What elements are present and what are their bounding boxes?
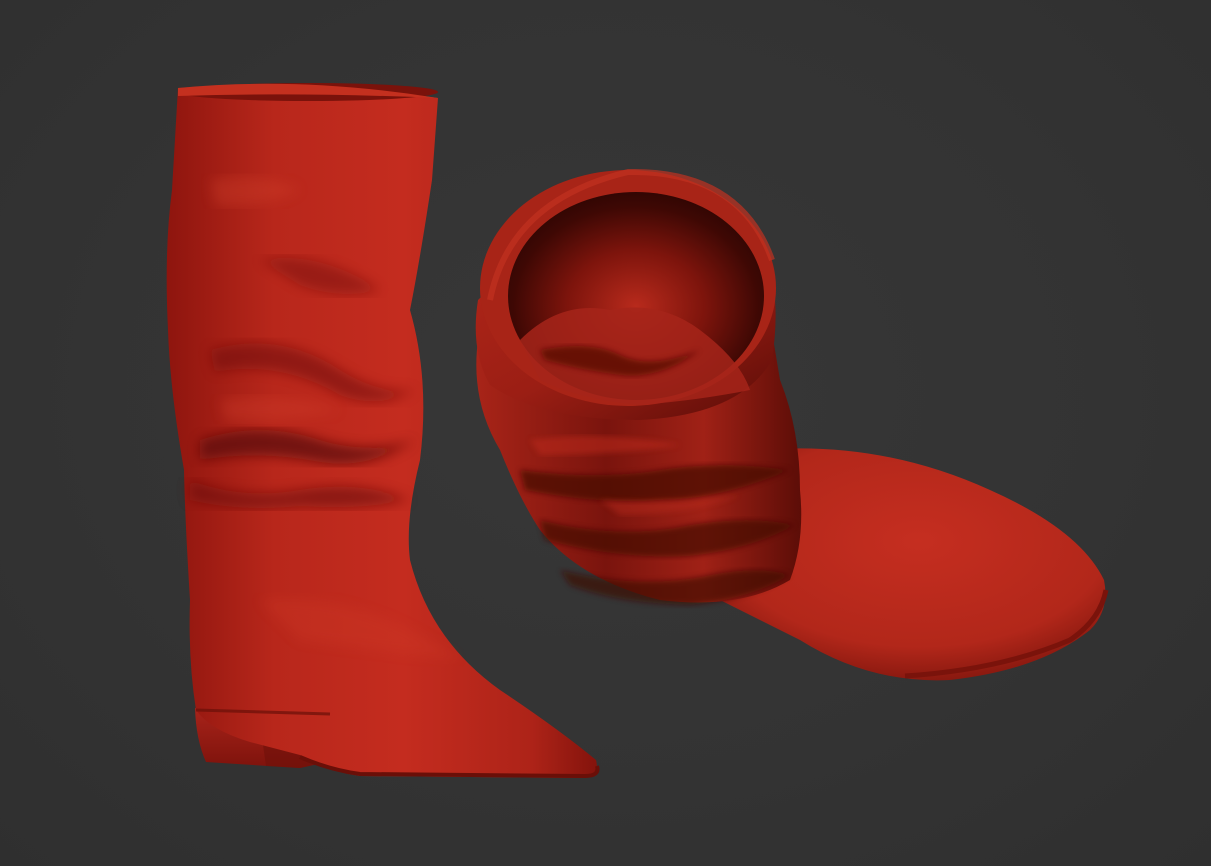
scene-render [166,83,1109,779]
3d-viewport[interactable] [0,0,1211,866]
tilted-boot[interactable] [475,168,1109,681]
